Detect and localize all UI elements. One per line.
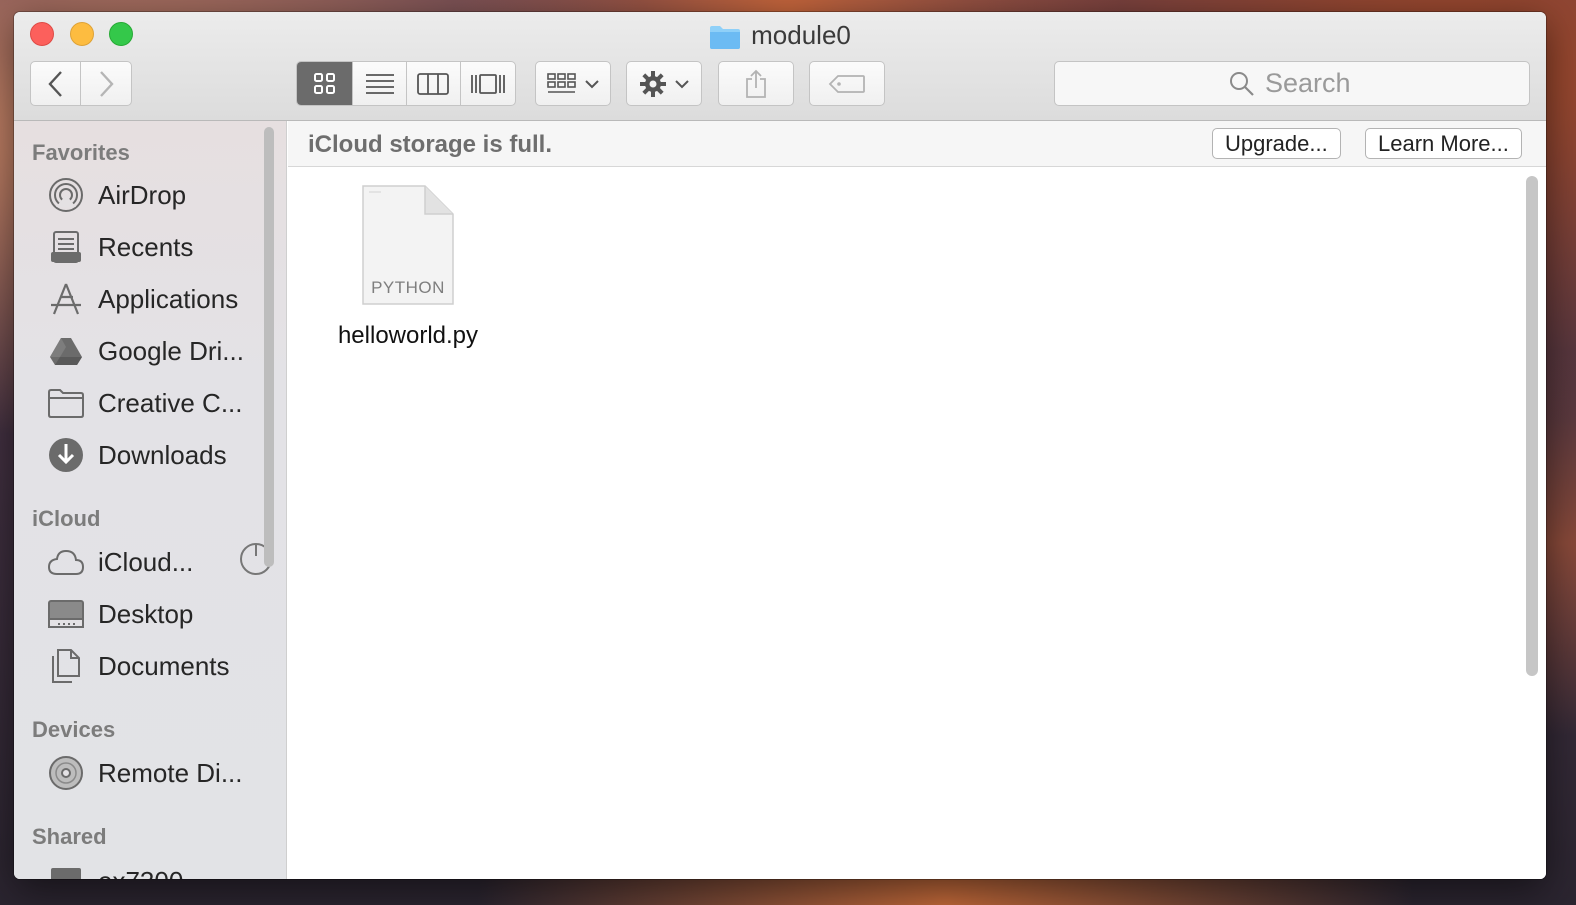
icloud-full-banner: iCloud storage is full. Upgrade... Learn… — [288, 121, 1546, 167]
file-name: helloworld.py — [337, 322, 479, 349]
chevron-right-icon — [100, 70, 114, 97]
chevron-left-icon — [47, 70, 62, 97]
window-title-text: module0 — [751, 20, 851, 50]
sidebar-heading-devices: Devices — [32, 717, 116, 742]
upgrade-button[interactable]: Upgrade... — [1212, 128, 1341, 159]
sidebar-item-label: AirDrop — [98, 179, 187, 210]
list-view-button[interactable] — [353, 62, 407, 105]
sidebar-item-label: Downloads — [98, 439, 227, 470]
icon-view-button[interactable] — [297, 62, 354, 105]
sidebar-item-desktop[interactable]: Desktop — [48, 594, 258, 634]
sidebar-item-label: Remote Di... — [98, 757, 243, 788]
navigation-buttons — [30, 61, 132, 106]
sidebar-item-ex7300[interactable]: ex7300 — [48, 861, 258, 879]
share-icon — [746, 69, 766, 98]
search-icon — [1230, 71, 1254, 96]
sidebar-item-recents[interactable]: Recents — [48, 227, 258, 267]
sidebar-heading-favorites: Favorites — [32, 140, 130, 165]
sidebar-item-icloud-drive[interactable]: iCloud... — [48, 542, 273, 582]
finder-window: module0 Search Favorites AirDrop Recents… — [14, 12, 1546, 879]
folder-icon — [48, 385, 84, 421]
sidebar-item-label: Documents — [98, 650, 230, 681]
sidebar-item-remote-disc[interactable]: Remote Di... — [48, 753, 258, 793]
icloud-icon — [48, 544, 84, 580]
sidebar-item-label: Applications — [98, 283, 239, 314]
file-browser-content: PYTHON helloworld.py — [288, 168, 1546, 879]
file-kind-label: PYTHON — [371, 278, 445, 297]
tags-button[interactable] — [809, 61, 885, 106]
share-button[interactable] — [718, 61, 794, 106]
banner-message: iCloud storage is full. — [308, 131, 553, 158]
desktop-icon — [48, 596, 84, 632]
search-input[interactable] — [1265, 68, 1355, 99]
sidebar-item-label: Desktop — [98, 598, 194, 629]
view-mode-segment — [296, 61, 516, 106]
column-view-button[interactable] — [407, 62, 461, 105]
sidebar-item-label: Recents — [98, 231, 194, 262]
learn-more-button[interactable]: Learn More... — [1365, 128, 1522, 159]
list-icon — [365, 73, 394, 94]
forward-button[interactable] — [81, 62, 131, 105]
file-item[interactable]: PYTHON helloworld.py — [318, 184, 498, 350]
folder-icon — [709, 24, 741, 49]
sidebar-item-downloads[interactable]: Downloads — [48, 435, 258, 475]
search-field[interactable] — [1054, 61, 1530, 106]
sidebar-heading-icloud: iCloud — [32, 506, 101, 531]
arrange-button[interactable] — [535, 61, 611, 106]
chevron-down-icon — [585, 79, 599, 88]
sidebar-item-label: iCloud... — [98, 546, 194, 577]
gear-icon — [640, 70, 666, 97]
sidebar-item-airdrop[interactable]: AirDrop — [48, 175, 258, 215]
sidebar-scrollbar[interactable] — [264, 127, 274, 567]
cover-flow-view-button[interactable] — [461, 62, 515, 105]
downloads-icon — [48, 437, 84, 473]
back-button[interactable] — [31, 62, 81, 105]
sidebar-item-label: ex7300 — [98, 866, 183, 880]
action-button[interactable] — [626, 61, 702, 106]
sidebar-item-label: Creative C... — [98, 387, 243, 418]
sidebar: Favorites AirDrop Recents Applications G… — [14, 121, 287, 879]
chevron-down-icon — [675, 79, 689, 88]
columns-icon — [417, 72, 450, 95]
airdrop-icon — [48, 177, 84, 213]
applications-icon — [48, 281, 84, 317]
sidebar-item-creative-cloud[interactable]: Creative C... — [48, 383, 258, 423]
content-scrollbar[interactable] — [1526, 176, 1538, 676]
sidebar-heading-shared: Shared — [32, 824, 107, 849]
arrange-icon — [547, 72, 576, 93]
sidebar-item-applications[interactable]: Applications — [48, 279, 258, 319]
cover-flow-icon — [470, 73, 505, 94]
sidebar-item-documents[interactable]: Documents — [48, 646, 258, 686]
sidebar-item-google-drive[interactable]: Google Dri... — [48, 331, 258, 371]
computer-icon — [48, 863, 84, 879]
google-drive-icon — [48, 333, 84, 369]
tag-icon — [828, 74, 865, 93]
toolbar: module0 — [14, 12, 1546, 121]
grid-icon — [313, 72, 335, 94]
documents-icon — [48, 648, 84, 684]
python-file-icon: PYTHON — [361, 184, 455, 305]
recents-icon — [48, 229, 84, 265]
remote-disc-icon — [48, 755, 84, 791]
window-title: module0 — [14, 20, 1546, 51]
sidebar-item-label: Google Dri... — [98, 335, 244, 366]
